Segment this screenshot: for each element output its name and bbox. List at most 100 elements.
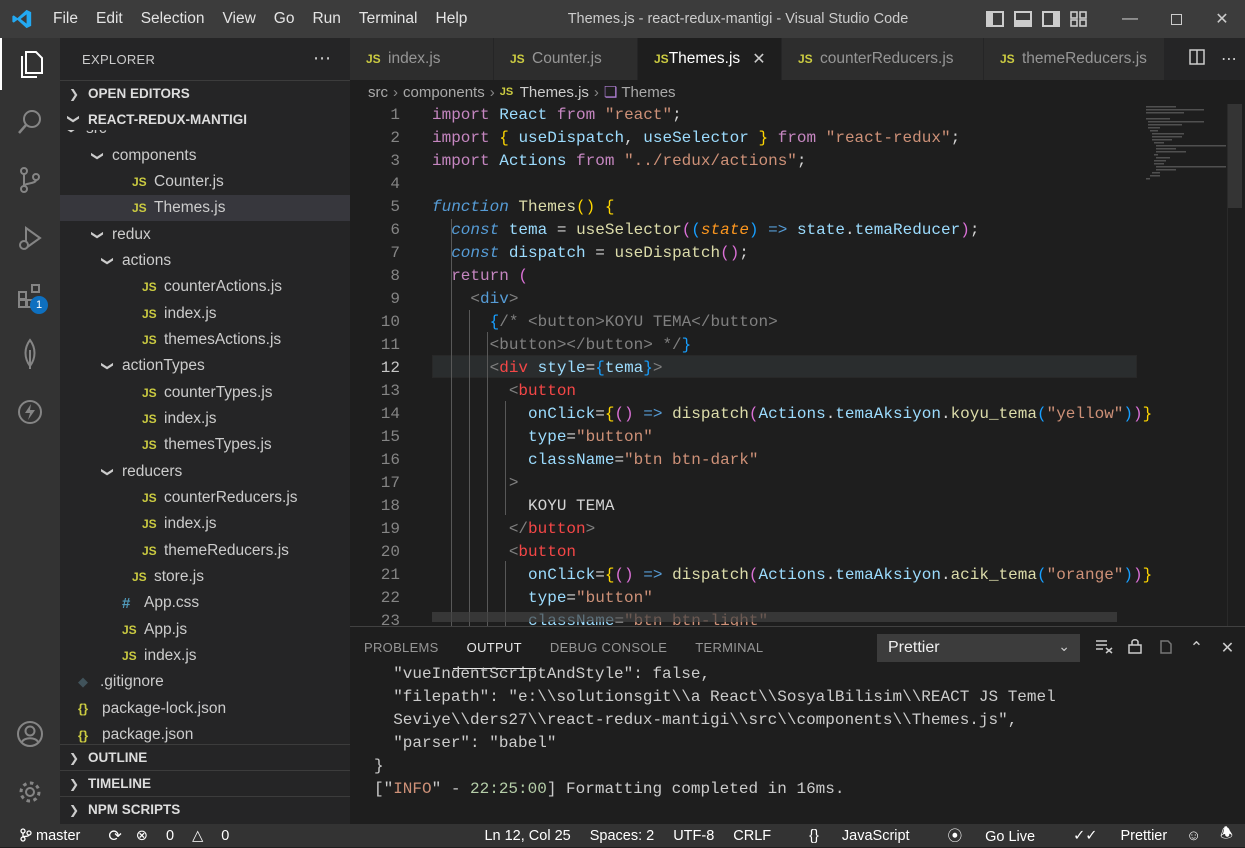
menu-view[interactable]: View — [213, 0, 264, 38]
breadcrumb-file[interactable]: Themes.js — [520, 84, 589, 101]
run-debug-icon[interactable] — [0, 212, 60, 264]
code-line: <button — [508, 543, 577, 561]
toggle-panel-icon[interactable] — [1014, 11, 1032, 27]
horizontal-scrollbar[interactable] — [432, 612, 1117, 622]
folder-item[interactable]: ❯ components — [60, 142, 350, 168]
cursor-position[interactable]: Ln 12, Col 25 — [484, 828, 570, 844]
indentation[interactable]: Spaces: 2 — [590, 828, 655, 844]
encoding[interactable]: UTF-8 — [673, 828, 714, 844]
file-item[interactable]: JS App.js — [60, 617, 350, 643]
scrollbar-thumb[interactable] — [1228, 104, 1242, 208]
extensions-icon[interactable]: 1 — [0, 270, 60, 322]
file-item[interactable]: # App.css — [60, 590, 350, 616]
tab-counterreducers-js[interactable]: JS counterReducers.js — [782, 38, 984, 80]
file-item[interactable]: JS counterActions.js — [60, 274, 350, 300]
feedback-icon[interactable]: ☺ — [1186, 828, 1201, 844]
file-item[interactable]: JS counterReducers.js — [60, 485, 350, 511]
tree-item-label: index.js — [164, 304, 217, 322]
chevron-right-icon: ❯ — [68, 750, 80, 765]
file-item[interactable]: JS themeReducers.js — [60, 538, 350, 564]
folder-item[interactable]: ❯ actions — [60, 248, 350, 274]
folder-item[interactable]: ❯ redux — [60, 221, 350, 247]
customize-layout-icon[interactable] — [1070, 11, 1088, 27]
settings-gear-icon[interactable] — [0, 766, 60, 818]
file-item[interactable]: JS index.js — [60, 643, 350, 669]
tab-index-js[interactable]: JS index.js — [350, 38, 494, 80]
more-actions-icon[interactable]: ⋯ — [1213, 49, 1245, 69]
menu-selection[interactable]: Selection — [132, 0, 214, 38]
toggle-secondary-sidebar-icon[interactable] — [1042, 11, 1060, 27]
menu-help[interactable]: Help — [427, 0, 477, 38]
close-icon[interactable]: ✕ — [752, 49, 765, 69]
toggle-sidebar-icon[interactable] — [986, 11, 1004, 27]
vertical-scrollbar[interactable] — [1227, 104, 1242, 626]
line-number: 5 — [390, 198, 400, 216]
folder-item[interactable]: ❯ reducers — [60, 458, 350, 484]
folder-item[interactable]: ❯ actionTypes — [60, 353, 350, 379]
menu-run[interactable]: Run — [303, 0, 349, 38]
project-section[interactable]: ❯ REACT-REDUX-MANTIGI — [60, 106, 350, 132]
outline-section[interactable]: ❯ OUTLINE — [60, 744, 350, 770]
chevron-right-icon: ❯ — [68, 776, 80, 791]
problems-item[interactable]: ⊗ 0 △ 0 — [136, 828, 244, 844]
code-editor[interactable]: 1 2 3 4 5 6 7 8 9 10 11 12 13 14 15 16 17 18 19 20 21 22 23 im… — [350, 104, 1245, 626]
maximize-button[interactable] — [1153, 0, 1199, 38]
file-item[interactable]: JS Counter.js — [60, 169, 350, 195]
account-icon[interactable] — [0, 708, 60, 760]
notifications-bell-icon[interactable]: 🕭 — [1220, 823, 1233, 848]
mongodb-leaf-icon[interactable] — [0, 328, 60, 380]
close-panel-icon[interactable]: ✕ — [1212, 638, 1243, 658]
menu-terminal[interactable]: Terminal — [350, 0, 427, 38]
minimize-button[interactable]: — — [1107, 0, 1153, 38]
folder-item[interactable]: ❯ src — [60, 130, 350, 142]
go-live-button[interactable]: ⦿ Go Live — [929, 825, 1036, 846]
file-item[interactable]: JS counterTypes.js — [60, 379, 350, 405]
line-number: 6 — [390, 221, 400, 239]
clear-output-icon[interactable] — [1088, 638, 1119, 659]
tree-item-label: .gitignore — [100, 673, 164, 691]
close-button[interactable]: ✕ — [1199, 0, 1245, 38]
prettier-status[interactable]: ✓✓ Prettier — [1054, 828, 1167, 844]
search-icon[interactable] — [0, 96, 60, 148]
tab-themes-js[interactable]: JS Themes.js ✕ — [638, 38, 782, 80]
file-item[interactable]: JS index.js — [60, 511, 350, 537]
open-log-file-icon[interactable] — [1150, 638, 1181, 659]
file-item[interactable]: JS themesActions.js — [60, 327, 350, 353]
file-item[interactable]: JS themesTypes.js — [60, 432, 350, 458]
minimap[interactable] — [1138, 104, 1234, 626]
language-mode[interactable]: {} JavaScript — [790, 828, 909, 844]
lock-icon[interactable] — [1119, 638, 1150, 659]
file-item[interactable]: JS index.js — [60, 300, 350, 326]
more-actions-icon[interactable]: ⋯ — [313, 48, 332, 69]
lightning-icon[interactable] — [0, 386, 60, 438]
file-item[interactable]: ◆ .gitignore — [60, 669, 350, 695]
tab-counter-js[interactable]: JS Counter.js — [494, 38, 638, 80]
line-ending[interactable]: CRLF — [733, 828, 771, 844]
timeline-section[interactable]: ❯ TIMELINE — [60, 770, 350, 796]
file-item[interactable]: JS index.js — [60, 406, 350, 432]
tab-themereducers-js[interactable]: JS themeReducers.js — [984, 38, 1165, 80]
breadcrumb-src[interactable]: src — [368, 84, 388, 101]
language-label: JavaScript — [841, 827, 910, 844]
npm-scripts-section[interactable]: ❯ NPM SCRIPTS — [60, 796, 350, 822]
chevron-up-icon[interactable]: ⌃ — [1181, 638, 1212, 658]
branch-item[interactable]: master — [20, 828, 94, 844]
sync-icon[interactable]: ⟳ — [108, 826, 121, 846]
menu-go[interactable]: Go — [265, 0, 304, 38]
breadcrumb-symbol[interactable]: Themes — [621, 84, 675, 101]
open-editors-section[interactable]: ❯ OPEN EDITORS — [60, 80, 350, 106]
menu-edit[interactable]: Edit — [87, 0, 132, 38]
file-item[interactable]: JS Themes.js — [60, 195, 350, 222]
source-control-icon[interactable] — [0, 154, 60, 206]
output-channel-select[interactable]: Prettier ⌄ — [877, 634, 1080, 662]
code-line: </button> — [508, 520, 596, 538]
code-line: className="btn btn-dark" — [528, 451, 759, 469]
file-item[interactable]: JS store.js — [60, 564, 350, 590]
line-number: 13 — [380, 382, 400, 400]
file-item[interactable]: {} package.json — [60, 722, 350, 746]
split-editor-icon[interactable] — [1181, 48, 1213, 70]
file-item[interactable]: {} package-lock.json — [60, 696, 350, 722]
explorer-icon[interactable] — [0, 38, 60, 90]
breadcrumb-components[interactable]: components — [403, 84, 485, 101]
menu-file[interactable]: File — [44, 0, 87, 38]
